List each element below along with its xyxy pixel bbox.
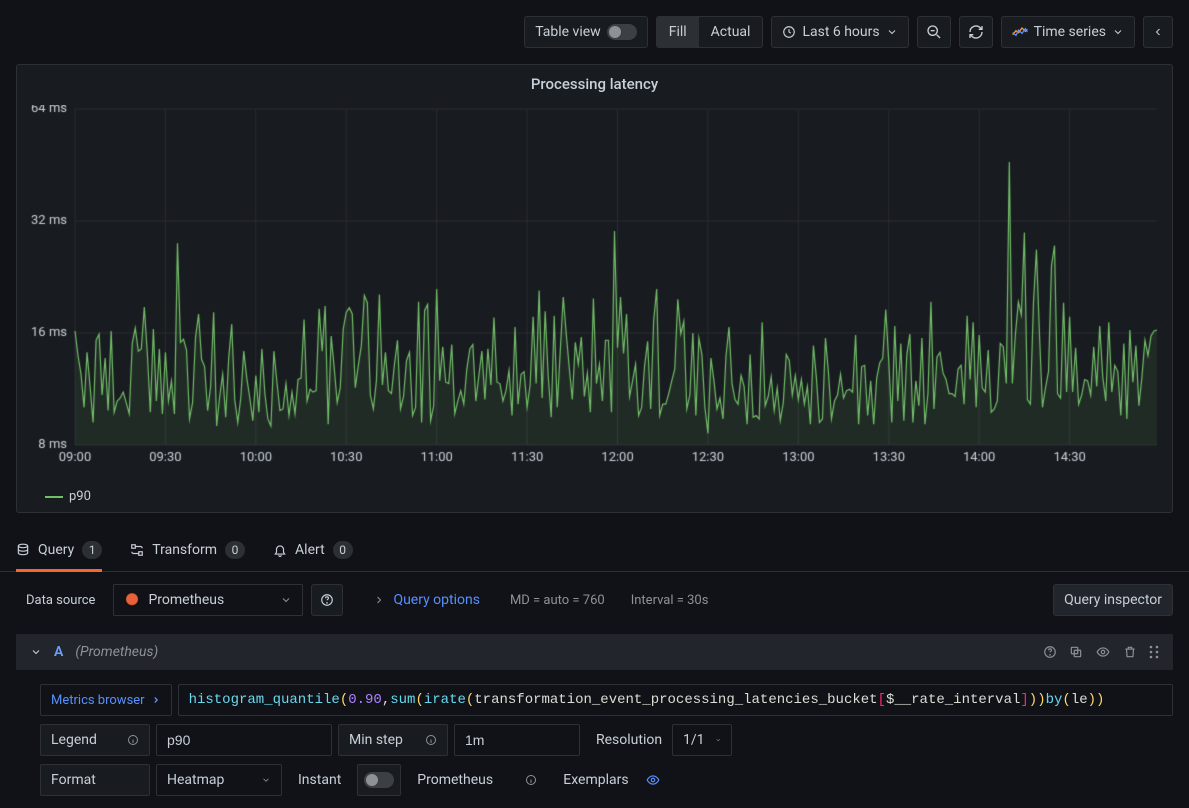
table-view-toggle[interactable]: Table view <box>524 16 648 48</box>
legend: p90 <box>17 487 1172 512</box>
chevron-down-icon <box>1112 26 1124 38</box>
info-icon <box>425 734 437 746</box>
query-row-header: A (Prometheus) <box>16 634 1173 670</box>
time-series-chart <box>25 105 1167 475</box>
time-series-icon <box>1012 26 1028 38</box>
fill-option[interactable]: Fill <box>657 17 699 47</box>
tab-alert[interactable]: Alert 0 <box>273 535 353 572</box>
chevron-down-icon[interactable] <box>30 646 42 658</box>
query-ref-id[interactable]: A <box>54 644 63 660</box>
zoom-out-button[interactable] <box>917 16 951 48</box>
eye-icon[interactable] <box>1095 645 1111 659</box>
format-value: Heatmap <box>167 772 224 788</box>
time-range-picker[interactable]: Last 6 hours <box>771 16 908 48</box>
toggle-icon <box>607 24 637 40</box>
toggle-icon <box>364 772 394 788</box>
collapse-options-button[interactable] <box>1143 16 1173 48</box>
tab-alert-label: Alert <box>295 542 325 558</box>
clock-icon <box>782 25 796 39</box>
query-editor: A (Prometheus) Metrics browser histogram… <box>0 634 1189 808</box>
query-options-row: Data source Prometheus Query options MD … <box>0 572 1189 616</box>
datasource-picker[interactable]: Prometheus <box>113 584 303 616</box>
database-icon <box>16 543 30 557</box>
metrics-browser-button[interactable]: Metrics browser <box>40 684 172 716</box>
viz-type-label: Time series <box>1034 24 1106 40</box>
eye-icon[interactable] <box>645 773 661 787</box>
refresh-button[interactable] <box>959 16 993 48</box>
tab-query[interactable]: Query 1 <box>16 535 102 572</box>
drag-handle-icon[interactable] <box>1149 645 1159 659</box>
tab-transform[interactable]: Transform 0 <box>130 535 245 572</box>
chevron-right-icon[interactable] <box>373 594 385 606</box>
instant-toggle[interactable] <box>357 764 401 796</box>
question-icon <box>320 593 334 607</box>
chevron-down-icon <box>715 735 721 745</box>
prometheus-field-label: Prometheus <box>407 764 547 796</box>
actual-option[interactable]: Actual <box>699 17 763 47</box>
resolution-value: 1/1 <box>683 732 705 748</box>
zoom-out-icon <box>926 24 942 40</box>
transform-icon <box>130 543 144 557</box>
exemplars-field-label: Exemplars <box>553 764 638 796</box>
chevron-down-icon <box>886 26 898 38</box>
legend-input[interactable] <box>156 724 332 756</box>
query-options-md: MD = auto = 760 <box>510 593 605 608</box>
chevron-down-icon <box>261 775 271 785</box>
chevron-right-icon <box>151 695 161 705</box>
query-row-body: Metrics browser histogram_quantile(0.90,… <box>16 670 1173 808</box>
format-select[interactable]: Heatmap <box>156 764 282 796</box>
tab-query-label: Query <box>38 542 74 558</box>
prometheus-icon <box>124 592 140 608</box>
help-icon[interactable] <box>1043 645 1057 659</box>
info-icon <box>127 734 139 746</box>
trash-icon[interactable] <box>1123 645 1137 659</box>
tab-transform-label: Transform <box>152 542 217 558</box>
minstep-input[interactable] <box>454 724 580 756</box>
panel-title: Processing latency <box>17 65 1172 97</box>
query-options-interval: Interval = 30s <box>631 593 709 608</box>
fill-actual-segmented: Fill Actual <box>656 16 764 48</box>
copy-icon[interactable] <box>1069 645 1083 659</box>
minstep-field-label: Min step <box>338 724 448 756</box>
chart-area[interactable] <box>17 97 1172 487</box>
editor-tabs: Query 1 Transform 0 Alert 0 <box>0 525 1189 572</box>
resolution-select[interactable]: 1/1 <box>672 724 732 756</box>
table-view-label: Table view <box>535 24 601 40</box>
panel: Processing latency p90 <box>16 64 1173 513</box>
metrics-browser-label: Metrics browser <box>51 693 145 708</box>
format-field-label: Format <box>40 764 150 796</box>
viz-type-picker[interactable]: Time series <box>1001 16 1135 48</box>
promql-input[interactable]: histogram_quantile(0.90, sum(irate(trans… <box>178 684 1173 716</box>
refresh-icon <box>968 24 984 40</box>
info-icon <box>525 774 537 786</box>
datasource-value: Prometheus <box>148 592 224 608</box>
legend-swatch-icon <box>45 496 63 498</box>
datasource-help-button[interactable] <box>311 584 343 616</box>
resolution-field-label: Resolution <box>586 724 666 756</box>
time-range-label: Last 6 hours <box>802 24 879 40</box>
tab-alert-count: 0 <box>333 541 353 559</box>
bell-icon <box>273 543 287 557</box>
query-datasource-name: (Prometheus) <box>75 644 158 660</box>
query-row-actions <box>1043 645 1159 659</box>
query-inspector-button[interactable]: Query inspector <box>1053 584 1173 616</box>
tab-query-count: 1 <box>82 541 102 559</box>
editor-toolbar: Table view Fill Actual Last 6 hours Time… <box>0 0 1189 56</box>
instant-field-label: Instant <box>288 764 351 796</box>
query-options-link[interactable]: Query options <box>393 592 480 608</box>
legend-field-label: Legend <box>40 724 150 756</box>
tab-transform-count: 0 <box>225 541 245 559</box>
query-inspector-label: Query inspector <box>1064 592 1162 608</box>
datasource-label: Data source <box>16 584 105 616</box>
chevron-down-icon <box>280 594 292 606</box>
legend-label: p90 <box>69 489 91 504</box>
chevron-left-icon <box>1152 25 1164 39</box>
